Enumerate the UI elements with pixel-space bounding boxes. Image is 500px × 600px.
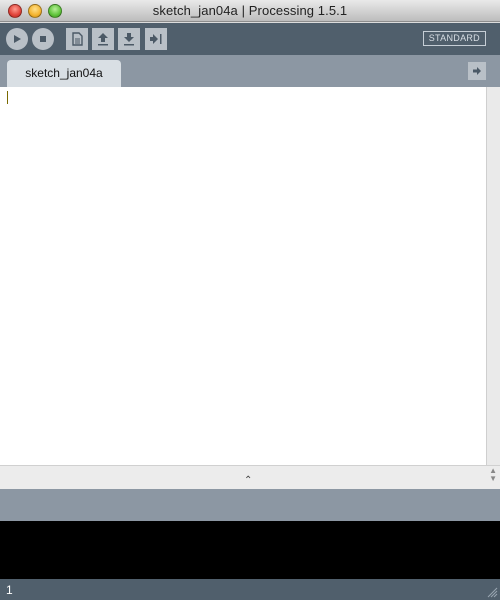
code-editor[interactable]	[0, 87, 486, 465]
save-button[interactable]	[118, 28, 140, 50]
tab-menu-button[interactable]	[468, 62, 486, 80]
arrow-right-icon	[473, 67, 481, 75]
divider-handle-icon[interactable]: ⌃	[244, 475, 252, 486]
mode-selector[interactable]: STANDARD	[422, 31, 486, 46]
new-button[interactable]	[66, 28, 88, 50]
window-title: sketch_jan04a | Processing 1.5.1	[152, 3, 348, 18]
export-arrow-icon	[150, 34, 162, 44]
tab-sketch[interactable]: sketch_jan04a	[7, 60, 121, 87]
status-bar: 1	[0, 579, 500, 600]
console-output[interactable]	[0, 521, 500, 579]
text-caret	[7, 91, 8, 104]
export-button[interactable]	[145, 28, 167, 50]
play-icon	[14, 35, 21, 43]
save-arrow-down-icon	[124, 33, 134, 46]
tab-strip: sketch_jan04a	[0, 55, 500, 87]
scroll-arrows-icon[interactable]: ▲ ▼	[489, 467, 497, 483]
toolbar: STANDARD	[0, 23, 500, 55]
message-area	[0, 489, 500, 521]
open-arrow-up-icon	[98, 33, 108, 46]
line-number: 1	[6, 583, 13, 597]
stop-button[interactable]	[32, 28, 54, 50]
resize-grip-icon[interactable]	[487, 587, 498, 598]
new-document-icon	[72, 32, 83, 46]
stop-icon	[40, 36, 46, 42]
title-bar: sketch_jan04a | Processing 1.5.1	[0, 0, 500, 22]
vertical-scrollbar[interactable]	[486, 87, 500, 465]
open-button[interactable]	[92, 28, 114, 50]
run-button[interactable]	[6, 28, 28, 50]
